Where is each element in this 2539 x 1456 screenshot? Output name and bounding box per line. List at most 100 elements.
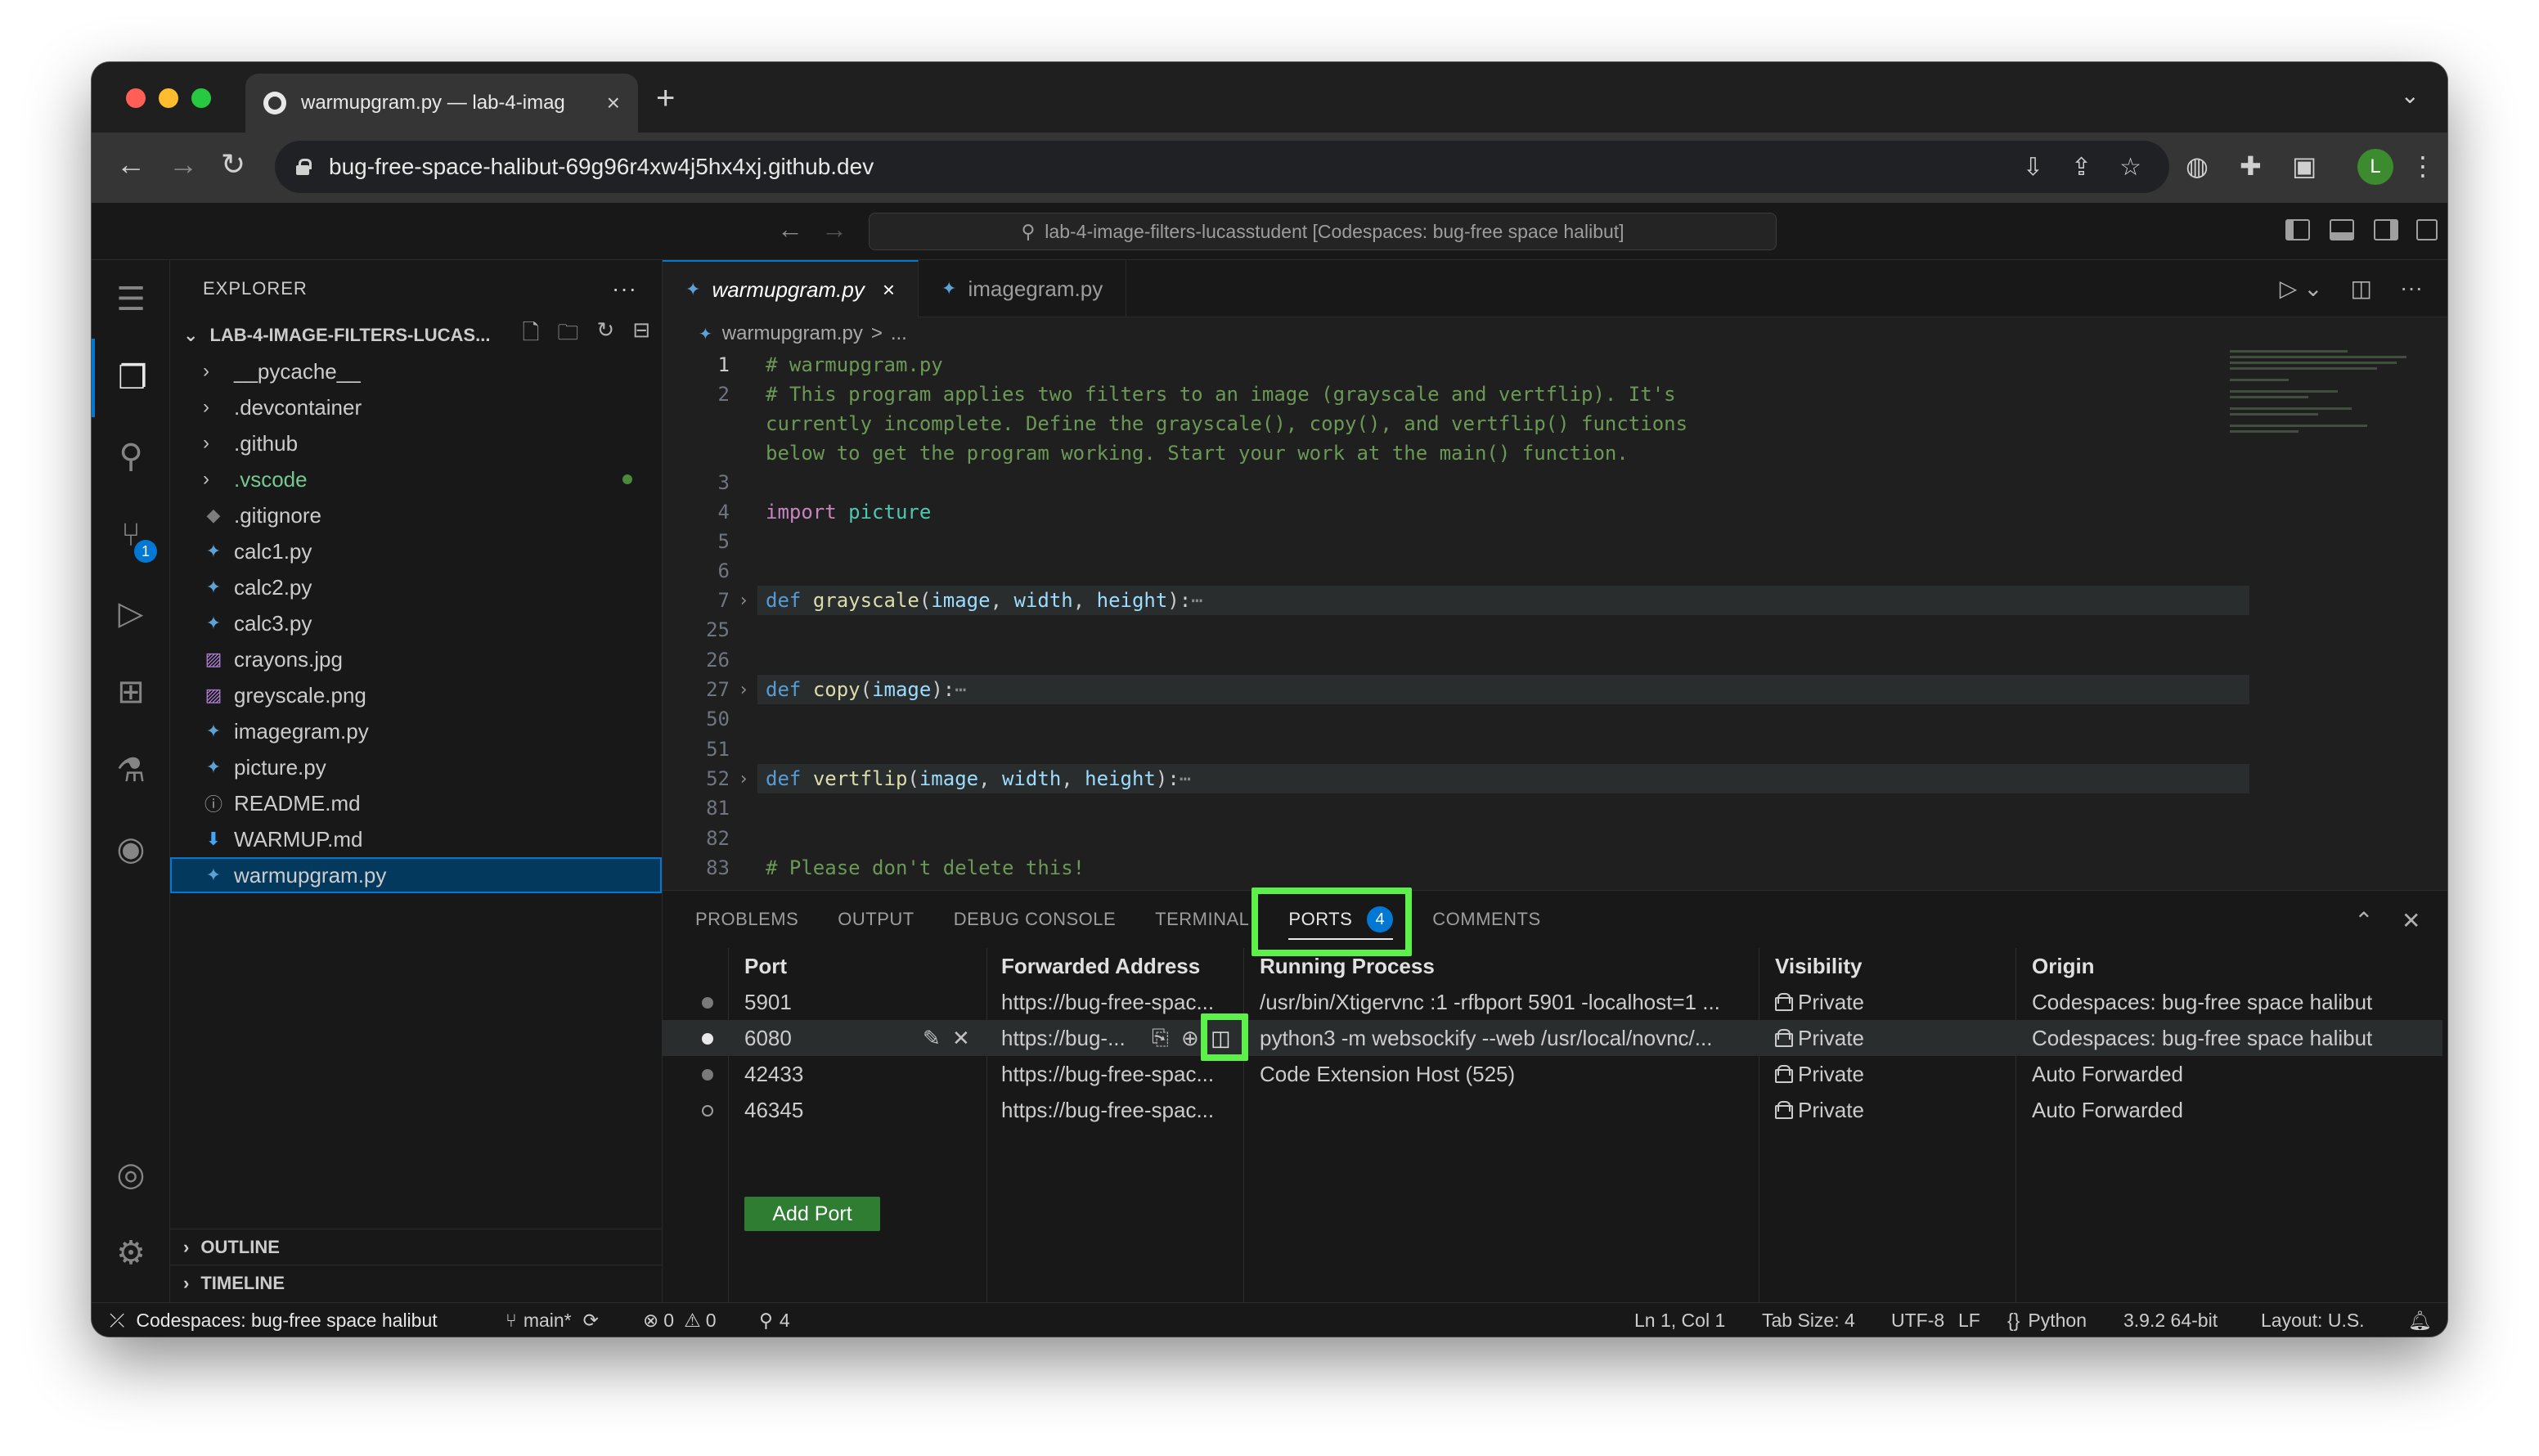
new-folder-icon[interactable]: 🗀 xyxy=(557,317,578,353)
port-row[interactable]: 5901 https://bug-free-spac... /usr/bin/X… xyxy=(663,984,2442,1020)
fold-chevron-icon[interactable]: › xyxy=(730,769,757,789)
column-header-origin[interactable]: Origin xyxy=(2032,948,2095,984)
copy-address-icon[interactable]: ⎘ xyxy=(1152,1020,1176,1056)
tree-file-readme[interactable]: ⓘ README.md xyxy=(170,785,662,821)
stop-forwarding-icon[interactable]: ✕ xyxy=(952,1020,977,1056)
port-row[interactable]: 42433 https://bug-free-spac... Code Exte… xyxy=(663,1056,2442,1092)
bookmark-star-icon[interactable]: ☆ xyxy=(2119,153,2141,182)
open-in-browser-globe-icon[interactable]: ⊕ xyxy=(1181,1020,1206,1056)
fold-chevron-icon[interactable]: › xyxy=(730,680,757,700)
explorer-icon[interactable]: ❐ xyxy=(92,339,170,417)
side-panel-icon[interactable]: ▣ xyxy=(2292,151,2317,182)
toggle-primary-sidebar-icon[interactable] xyxy=(2285,219,2310,240)
share-icon[interactable]: ⇪ xyxy=(2071,153,2092,182)
tree-file-calc2[interactable]: ✦ calc2.py xyxy=(170,569,662,605)
tab-problems[interactable]: PROBLEMS xyxy=(695,891,798,948)
cursor-position[interactable]: Ln 1, Col 1 xyxy=(1634,1303,1725,1337)
extension-avatar-icon[interactable]: ◍ xyxy=(2186,151,2209,182)
breadcrumb-file[interactable]: warmupgram.py xyxy=(722,322,863,345)
more-actions-icon[interactable]: ··· xyxy=(2400,275,2423,302)
collapse-all-icon[interactable]: ⊟ xyxy=(632,317,650,353)
breadcrumb-more[interactable]: ... xyxy=(891,322,907,345)
outline-section[interactable]: › OUTLINE xyxy=(170,1229,663,1265)
nav-forward-icon[interactable]: → xyxy=(821,214,847,245)
new-file-icon[interactable]: 🗋 xyxy=(522,317,539,353)
new-tab-button[interactable]: + xyxy=(656,80,675,117)
tab-size[interactable]: Tab Size: 4 xyxy=(1762,1303,1855,1337)
tab-output[interactable]: OUTPUT xyxy=(838,891,914,948)
refresh-icon[interactable]: ↻ xyxy=(596,317,614,353)
tree-folder-github[interactable]: › .github xyxy=(170,425,662,461)
column-header-process[interactable]: Running Process xyxy=(1260,948,1435,984)
github-icon[interactable]: ◉ xyxy=(92,810,170,888)
maximize-panel-icon[interactable]: ⌃ xyxy=(2354,907,2374,934)
minimize-window-button[interactable] xyxy=(159,88,178,108)
forwarded-address-link[interactable]: https://bug-... xyxy=(1001,1020,1145,1056)
tab-debug-console[interactable]: DEBUG CONSOLE xyxy=(954,891,1116,948)
split-editor-icon[interactable]: ◫ xyxy=(2351,275,2372,302)
browser-menu-icon[interactable]: ⋮ xyxy=(2410,151,2436,182)
branch-indicator[interactable]: ⑂ main* ⟳ xyxy=(506,1303,599,1337)
column-header-port[interactable]: Port xyxy=(744,948,787,984)
customize-layout-icon[interactable] xyxy=(2416,219,2438,240)
menu-icon[interactable]: ☰ xyxy=(92,260,170,339)
nav-back-icon[interactable]: ← xyxy=(777,214,803,245)
fold-chevron-icon[interactable]: › xyxy=(730,591,757,611)
zoom-window-button[interactable] xyxy=(191,88,211,108)
sync-icon[interactable]: ⟳ xyxy=(583,1310,599,1332)
minimap[interactable] xyxy=(2230,350,2426,481)
forwarded-address-link[interactable]: https://bug-free-spac... xyxy=(1001,1092,1238,1128)
more-actions-icon[interactable]: ··· xyxy=(612,276,637,302)
problems-indicator[interactable]: ⊗ 0 ⚠ 0 xyxy=(643,1303,717,1337)
tab-warmupgram[interactable]: ✦ warmupgram.py × xyxy=(663,260,919,317)
toggle-panel-icon[interactable] xyxy=(2330,219,2354,240)
close-panel-icon[interactable]: ✕ xyxy=(2402,907,2421,934)
tree-file-warmupgram[interactable]: ✦ warmupgram.py xyxy=(170,857,662,893)
forwarded-ports-indicator[interactable]: ⚲ 4 xyxy=(759,1303,790,1337)
run-debug-icon[interactable]: ▷ xyxy=(92,574,170,653)
address-bar[interactable]: bug-free-space-halibut-69g96r4xw4j5hx4xj… xyxy=(275,141,2169,193)
tab-ports[interactable]: PORTS 4 xyxy=(1288,891,1394,948)
extensions-puzzle-icon[interactable]: ✚ xyxy=(2240,151,2262,182)
run-python-icon[interactable]: ▷ ⌄ xyxy=(2280,275,2323,302)
tree-file-calc1[interactable]: ✦ calc1.py xyxy=(170,533,662,569)
notifications-bell-icon[interactable]: 🔔︎ xyxy=(2408,1303,2432,1337)
python-interpreter[interactable]: 3.9.2 64-bit xyxy=(2123,1303,2218,1337)
search-icon[interactable]: ⚲ xyxy=(92,417,170,496)
tree-file-picture[interactable]: ✦ picture.py xyxy=(170,749,662,785)
preview-in-editor-icon[interactable]: ◫ xyxy=(1211,1020,1238,1056)
keyboard-layout[interactable]: Layout: U.S. xyxy=(2261,1303,2365,1337)
testing-flask-icon[interactable]: ⚗ xyxy=(92,731,170,810)
close-window-button[interactable] xyxy=(126,88,146,108)
tree-file-calc3[interactable]: ✦ calc3.py xyxy=(170,605,662,641)
forwarded-address-link[interactable]: https://bug-free-spac... xyxy=(1001,984,1238,1020)
end-of-line[interactable]: LF xyxy=(1958,1303,1980,1337)
settings-gear-icon[interactable]: ⚙ xyxy=(92,1214,170,1292)
set-port-label-icon[interactable]: ✎ xyxy=(923,1020,947,1056)
add-port-button[interactable]: Add Port xyxy=(744,1197,880,1231)
port-row[interactable]: 46345 https://bug-free-spac... Private A… xyxy=(663,1092,2442,1128)
timeline-section[interactable]: › TIMELINE xyxy=(170,1265,663,1301)
language-mode[interactable]: {} Python xyxy=(2007,1303,2087,1337)
workspace-folder[interactable]: ⌄ LAB-4-IMAGE-FILTERS-LUCAS... 🗋 🗀 ↻ ⊟ xyxy=(170,317,662,353)
code-editor[interactable]: 1 # warmupgram.py 2 # This program applies… xyxy=(663,350,2447,890)
back-button[interactable]: ← xyxy=(116,147,146,182)
forwarded-address-link[interactable]: https://bug-free-spac... xyxy=(1001,1056,1238,1092)
toggle-secondary-sidebar-icon[interactable] xyxy=(2374,219,2398,240)
install-app-icon[interactable]: ⇩ xyxy=(2023,153,2043,182)
column-header-address[interactable]: Forwarded Address xyxy=(1001,948,1200,984)
forward-button[interactable]: → xyxy=(169,147,198,182)
lock-icon[interactable] xyxy=(296,159,312,175)
tree-file-warmup-md[interactable]: ⬇ WARMUP.md xyxy=(170,821,662,857)
accounts-icon[interactable]: ◎ xyxy=(92,1135,170,1214)
close-icon[interactable]: × xyxy=(883,277,895,303)
source-control-icon[interactable]: ⑂ 1 xyxy=(92,496,170,574)
tree-folder-devcontainer[interactable]: › .devcontainer xyxy=(170,389,662,425)
tab-terminal[interactable]: TERMINAL xyxy=(1155,891,1249,948)
tree-folder-vscode[interactable]: › .vscode xyxy=(170,461,662,497)
browser-tab-active[interactable]: warmupgram.py — lab-4-imag × xyxy=(245,74,638,133)
tab-imagegram[interactable]: ✦ imagegram.py xyxy=(919,260,1127,317)
command-center[interactable]: ⚲ lab-4-image-filters-lucasstudent [Code… xyxy=(869,213,1777,250)
column-header-visibility[interactable]: Visibility xyxy=(1775,948,1862,984)
profile-avatar[interactable]: L xyxy=(2357,149,2393,185)
